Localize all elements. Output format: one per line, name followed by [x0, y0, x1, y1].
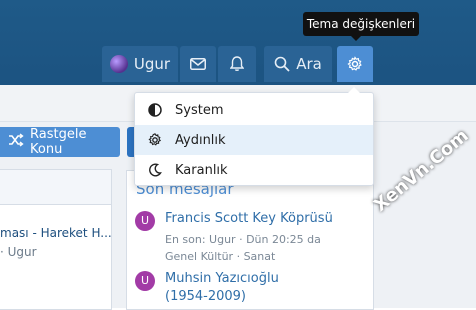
menu-item-label: Aydınlık [175, 132, 226, 148]
search-icon [274, 56, 290, 72]
post-avatar[interactable]: U [135, 271, 155, 291]
left-panel: ması - Hareket H... · Ugur [0, 169, 112, 310]
random-topic-label: Rastgele Konu [30, 127, 87, 157]
random-topic-button[interactable]: Rastgele Konu [0, 127, 120, 157]
gear-icon [347, 56, 363, 72]
bell-icon [230, 56, 244, 72]
moon-icon [135, 163, 175, 177]
post-meta: En son: Ugur · Dün 20:25 da [165, 233, 321, 246]
alerts-button[interactable] [218, 46, 256, 82]
shuffle-icon [8, 133, 24, 151]
inbox-button[interactable] [180, 46, 216, 82]
tooltip: Tema değişkenleri [303, 12, 419, 41]
post-title-continued[interactable]: (1954-2009) [165, 289, 246, 304]
post-title-link[interactable]: Francis Scott Key Köprüsü [165, 211, 333, 226]
theme-settings-button[interactable] [337, 46, 373, 82]
search-button[interactable]: Ara [264, 46, 332, 82]
menu-item-label: System [175, 102, 224, 118]
left-panel-meta: · Ugur [0, 245, 37, 259]
envelope-icon [190, 58, 206, 70]
menu-item-dark[interactable]: Karanlık [135, 155, 373, 185]
left-panel-link[interactable]: ması - Hareket H... [0, 226, 112, 240]
recent-posts-panel: Son mesajlar U Francis Scott Key Köprüsü… [126, 170, 374, 310]
theme-dropdown-menu: System Aydınlık Karanlık [134, 87, 374, 186]
post-title-link[interactable]: Muhsin Yazıcıoğlu [165, 271, 279, 286]
user-menu-button[interactable]: Ugur [102, 46, 178, 82]
post-category: Genel Kültür · Sanat [165, 250, 276, 263]
left-panel-header [0, 170, 111, 205]
menu-item-system[interactable]: System [135, 95, 373, 125]
menu-item-light[interactable]: Aydınlık [135, 125, 373, 155]
menu-item-label: Karanlık [175, 162, 228, 178]
half-circle-icon [135, 103, 175, 117]
search-label: Ara [296, 55, 322, 73]
username-label: Ugur [133, 55, 171, 73]
post-avatar[interactable]: U [135, 211, 155, 231]
user-avatar [109, 55, 128, 73]
sun-gear-icon [135, 133, 175, 147]
